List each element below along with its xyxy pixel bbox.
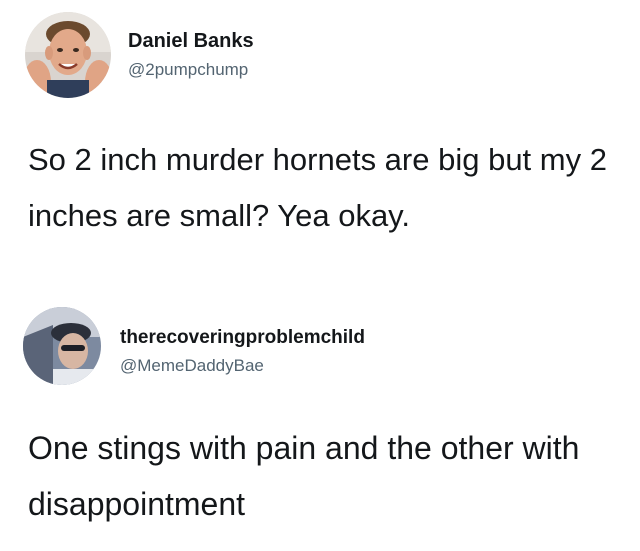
tweet-text: So 2 inch murder hornets are big but my … [28,142,607,233]
avatar[interactable] [25,12,111,98]
avatar[interactable] [23,307,101,385]
display-name[interactable]: therecoveringproblemchild [120,327,365,349]
tweet-card: therecoveringproblemchild @MemeDaddyBae … [0,300,640,551]
user-avatar-icon [23,307,101,385]
user-handle[interactable]: @MemeDaddyBae [120,356,264,376]
tweet-text: One stings with pain and the other with … [28,430,580,522]
user-avatar-icon [25,12,111,98]
tweet-card: Daniel Banks @2pumpchump So 2 inch murde… [0,0,640,300]
display-name[interactable]: Daniel Banks [128,30,254,53]
user-handle[interactable]: @2pumpchump [128,60,248,80]
